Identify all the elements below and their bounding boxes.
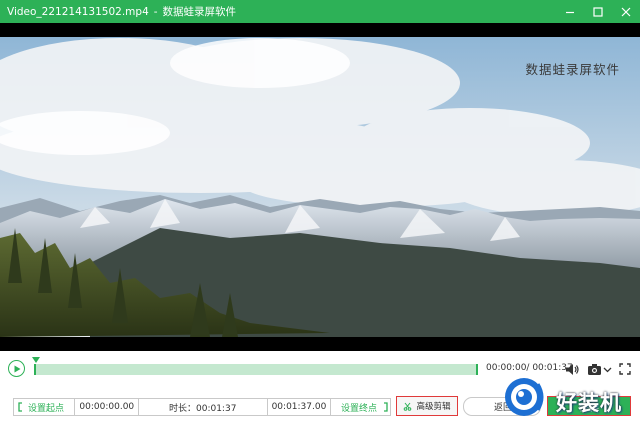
advanced-edit-label: 高级剪辑 [416, 402, 451, 412]
title-bar: Video_221214131502.mp4- 数据蛙录屏软件 [0, 0, 640, 23]
duration-display: 时长：00:01:37 [139, 399, 268, 415]
set-end-label: 设置终点 [341, 403, 378, 414]
play-icon [14, 365, 20, 372]
scissors-icon [403, 402, 412, 411]
close-icon [621, 7, 631, 16]
timeline-track[interactable] [34, 364, 478, 375]
file-name: Video_221214131502.mp4 [7, 6, 149, 18]
watermark-text: 数据蛙录屏软件 [525, 62, 620, 77]
set-start-button[interactable]: 设置起点 [14, 399, 76, 415]
close-button[interactable] [612, 0, 640, 23]
window-title: Video_221214131502.mp4- 数据蛙录屏软件 [0, 4, 236, 19]
end-time-field[interactable]: 00:01:37.00 [268, 399, 331, 415]
title-separator: - [153, 6, 158, 18]
start-time-field[interactable]: 00:00:00.00 [75, 399, 139, 415]
time-readout: 00:00:00/ 00:01:37 [486, 363, 573, 373]
video-preview-window: Video_221214131502.mp4- 数据蛙录屏软件 数据蛙录屏软件 … [0, 0, 640, 426]
maximize-button[interactable] [584, 0, 612, 23]
left-bracket-icon [18, 402, 22, 412]
maximize-icon [593, 6, 603, 17]
chevron-down-icon [603, 367, 612, 372]
set-start-label: 设置起点 [28, 403, 65, 414]
app-name: 数据蛙录屏软件 [162, 6, 237, 18]
right-bracket-icon [384, 402, 388, 412]
advanced-edit-button[interactable]: 高级剪辑 [396, 396, 458, 416]
set-end-button[interactable]: 设置终点 [331, 399, 390, 415]
logo-text: 好装机 [556, 391, 622, 415]
minimize-icon [566, 11, 574, 13]
play-button[interactable] [8, 360, 25, 377]
window-controls [556, 0, 640, 23]
trim-range: 设置起点 00:00:00.00 时长：00:01:37 00:01:37.00… [13, 398, 391, 416]
minimize-button[interactable] [556, 0, 584, 23]
video-preview[interactable]: 数据蛙录屏软件 [0, 23, 640, 351]
playhead-marker[interactable] [32, 357, 40, 365]
